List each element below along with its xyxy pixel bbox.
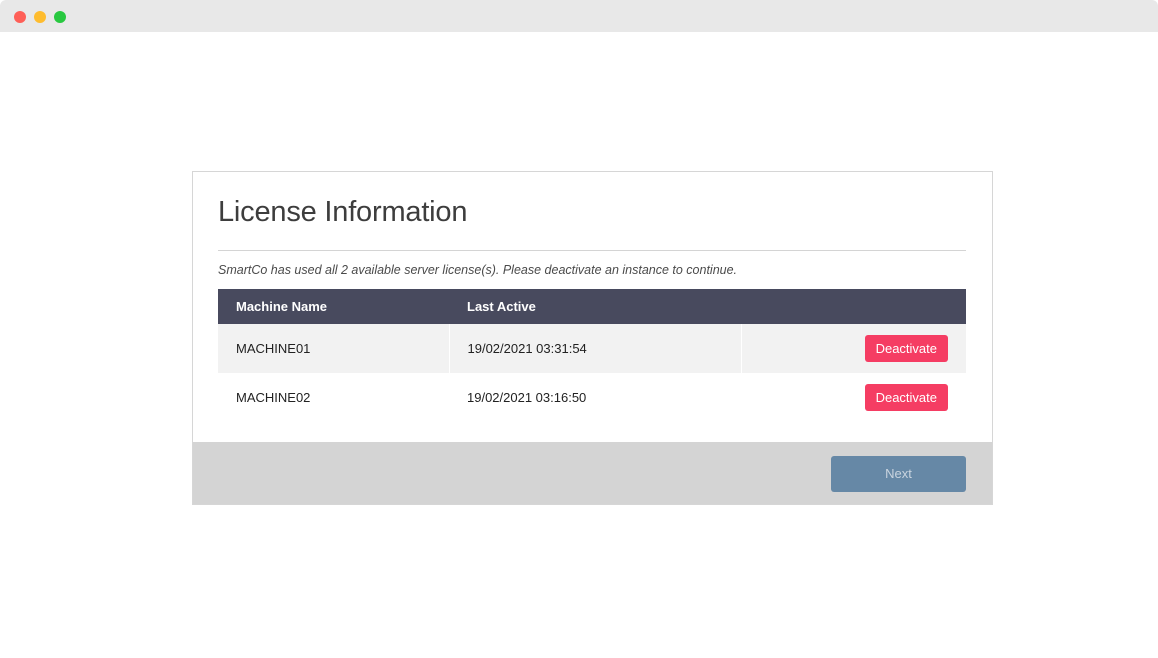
dialog-title: License Information [218,196,468,228]
machine-name-cell: MACHINE02 [218,373,449,422]
dialog-footer: Next [193,442,992,504]
action-cell: Deactivate [741,373,966,422]
maximize-window-button[interactable] [54,11,66,23]
table-row: MACHINE02 19/02/2021 03:16:50 Deactivate [218,373,966,422]
close-window-button[interactable] [14,11,26,23]
deactivate-button[interactable]: Deactivate [864,335,948,362]
table-header-row: Machine Name Last Active [218,289,966,324]
minimize-window-button[interactable] [34,11,46,23]
column-header-last-active: Last Active [449,289,741,324]
next-button[interactable]: Next [831,456,966,492]
column-header-action [741,289,966,324]
last-active-cell: 19/02/2021 03:16:50 [449,373,741,422]
license-table: Machine Name Last Active MACHINE01 19/02… [218,289,966,422]
table-row: MACHINE01 19/02/2021 03:31:54 Deactivate [218,324,966,373]
machine-name-cell: MACHINE01 [218,324,450,373]
deactivate-button[interactable]: Deactivate [864,384,948,411]
license-dialog: License Information SmartCo has used all… [192,171,993,505]
last-active-cell: 19/02/2021 03:31:54 [449,324,742,373]
title-divider [218,250,966,251]
app-window: License Information SmartCo has used all… [0,0,1158,658]
action-cell: Deactivate [741,324,966,373]
license-message: SmartCo has used all 2 available server … [218,263,738,277]
column-header-machine-name: Machine Name [218,289,449,324]
dialog-body: License Information SmartCo has used all… [193,172,992,442]
window-titlebar [0,0,1158,32]
